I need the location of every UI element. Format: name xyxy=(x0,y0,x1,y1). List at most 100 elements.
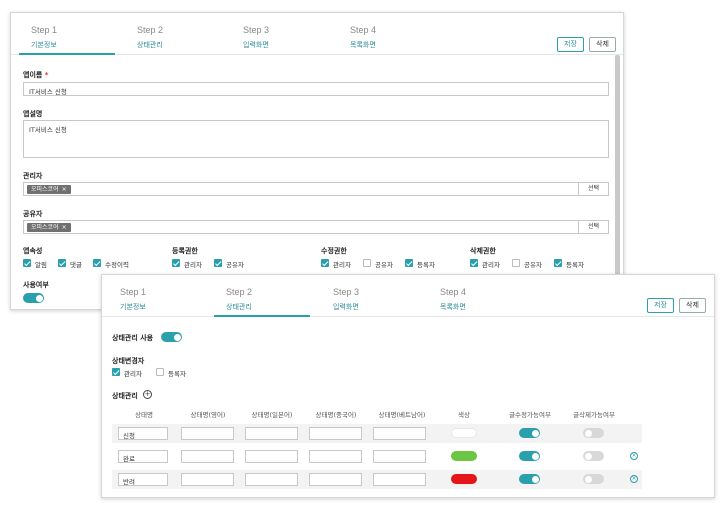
tab-step-4[interactable]: Step 4 목록화면 xyxy=(428,287,524,317)
state-color-swatch[interactable] xyxy=(451,451,477,461)
state-name-en-input[interactable] xyxy=(181,473,234,486)
checkbox-label: 댓글 xyxy=(70,261,82,269)
deletable-toggle[interactable] xyxy=(583,428,604,438)
toggle-knob xyxy=(173,333,181,341)
editable-toggle[interactable] xyxy=(519,451,540,461)
checkbox-changer-registrant[interactable] xyxy=(156,368,164,376)
manager-select-button[interactable]: 선택 xyxy=(578,183,608,195)
editable-toggle[interactable] xyxy=(519,474,540,484)
basic-info-panel: Step 1 기본정보 Step 2 상태관리 Step 3 입력화면 Step… xyxy=(10,12,624,310)
checkbox-label: 관리자 xyxy=(124,370,142,378)
state-name-vi-input[interactable] xyxy=(373,427,426,440)
sharer-select-button[interactable]: 선택 xyxy=(578,221,608,233)
step-name: 입력화면 xyxy=(333,303,359,311)
vertical-scrollbar[interactable] xyxy=(615,55,620,309)
register-permission-label: 등록권한 xyxy=(172,247,198,255)
header-state-name: 상태명 xyxy=(135,411,153,419)
checkbox-changer-admin[interactable] xyxy=(112,368,120,376)
checkbox-edit-registrant[interactable] xyxy=(405,259,413,267)
state-name-zh-input[interactable] xyxy=(309,450,362,463)
state-name-vi-input[interactable] xyxy=(373,450,426,463)
checkbox-delete-admin[interactable] xyxy=(470,259,478,267)
usage-toggle[interactable] xyxy=(23,293,44,303)
step-tabs: Step 1 기본정보 Step 2 상태관리 Step 3 입력화면 Step… xyxy=(11,13,623,55)
state-color-swatch[interactable] xyxy=(451,428,477,438)
sharer-field[interactable]: 오피스코어 × 선택 xyxy=(23,220,609,234)
checkbox-label: 알림 xyxy=(35,261,47,269)
state-name-ja-input[interactable] xyxy=(245,450,298,463)
app-desc-textarea[interactable]: IT서비스 신청 xyxy=(23,120,609,158)
checkbox-comment[interactable] xyxy=(58,259,66,267)
delete-button[interactable]: 삭제 xyxy=(589,37,616,52)
required-mark: * xyxy=(44,71,49,79)
checkbox-label: 수정이력 xyxy=(105,261,129,269)
state-name-input[interactable]: 반려 xyxy=(118,473,168,486)
usage-label: 사용여부 xyxy=(23,281,49,289)
sharer-label: 공유자 xyxy=(23,210,43,218)
header-editable: 글수정가능여부 xyxy=(509,411,551,419)
checkbox-edit-sharer[interactable] xyxy=(363,259,371,267)
delete-button[interactable]: 삭제 xyxy=(679,298,706,313)
state-name-en-input[interactable] xyxy=(181,450,234,463)
tag-label: 오피스코어 xyxy=(31,186,59,193)
tab-step-1[interactable]: Step 1 기본정보 xyxy=(108,287,204,317)
state-color-swatch[interactable] xyxy=(451,474,477,484)
checkbox-label: 등록자 xyxy=(566,261,584,269)
state-name-ja-input[interactable] xyxy=(245,427,298,440)
checkbox-edit-admin[interactable] xyxy=(321,259,329,267)
checkbox-register-admin[interactable] xyxy=(172,259,180,267)
checkbox-alarm[interactable] xyxy=(23,259,31,267)
tab-step-3[interactable]: Step 3 입력화면 xyxy=(231,25,327,55)
step-number: Step 1 xyxy=(120,287,147,297)
save-button[interactable]: 저장 xyxy=(647,298,674,313)
app-name-input[interactable]: IT서비스 신청 xyxy=(23,82,609,96)
checkbox-delete-sharer[interactable] xyxy=(512,259,520,267)
checkbox-label: 등록자 xyxy=(168,370,186,378)
toggle-knob xyxy=(531,475,539,483)
toggle-knob xyxy=(584,475,592,483)
checkbox-label: 관리자 xyxy=(333,261,351,269)
add-state-icon[interactable]: + xyxy=(143,390,152,399)
step-number: Step 1 xyxy=(31,25,58,35)
state-use-toggle[interactable] xyxy=(161,332,182,342)
tag-label: 오피스코어 xyxy=(31,224,59,231)
tab-step-2[interactable]: Step 2 상태관리 xyxy=(214,287,310,317)
deletable-toggle[interactable] xyxy=(583,474,604,484)
deletable-toggle[interactable] xyxy=(583,451,604,461)
state-name-zh-input[interactable] xyxy=(309,427,362,440)
state-use-label: 상태관리 사용 xyxy=(112,334,154,342)
step-name: 목록화면 xyxy=(350,41,376,49)
remove-row-icon[interactable]: × xyxy=(630,475,638,483)
manager-field[interactable]: 오피스코어 × 선택 xyxy=(23,182,609,196)
step-number: Step 4 xyxy=(350,25,377,35)
tab-step-3[interactable]: Step 3 입력화면 xyxy=(321,287,417,317)
app-property-label: 앱속성 xyxy=(23,247,43,255)
delete-permission-label: 삭제권한 xyxy=(470,247,496,255)
state-changer-label: 상태변경자 xyxy=(112,357,145,365)
state-name-zh-input[interactable] xyxy=(309,473,362,486)
toggle-knob xyxy=(531,429,539,437)
checkbox-delete-registrant[interactable] xyxy=(554,259,562,267)
remove-row-icon[interactable]: × xyxy=(630,452,638,460)
save-button[interactable]: 저장 xyxy=(557,37,584,52)
state-name-vi-input[interactable] xyxy=(373,473,426,486)
tab-step-4[interactable]: Step 4 목록화면 xyxy=(338,25,434,55)
state-name-input[interactable]: 신청 xyxy=(118,427,168,440)
state-name-en-input[interactable] xyxy=(181,427,234,440)
close-icon[interactable]: × xyxy=(62,186,67,193)
checkbox-edit-history[interactable] xyxy=(93,259,101,267)
toggle-knob xyxy=(584,452,592,460)
edit-permission-label: 수정권한 xyxy=(321,247,347,255)
tab-step-1[interactable]: Step 1 기본정보 xyxy=(19,25,115,55)
step-name: 기본정보 xyxy=(120,303,146,311)
editable-toggle[interactable] xyxy=(519,428,540,438)
checkbox-label: 관리자 xyxy=(184,261,202,269)
state-management-panel: Step 1 기본정보 Step 2 상태관리 Step 3 입력화면 Step… xyxy=(101,274,715,498)
manager-label: 관리자 xyxy=(23,172,43,180)
checkbox-register-sharer[interactable] xyxy=(214,259,222,267)
close-icon[interactable]: × xyxy=(62,224,67,231)
tab-step-2[interactable]: Step 2 상태관리 xyxy=(125,25,221,55)
state-name-input[interactable]: 완료 xyxy=(118,450,168,463)
state-name-ja-input[interactable] xyxy=(245,473,298,486)
checkbox-label: 공유자 xyxy=(226,261,244,269)
